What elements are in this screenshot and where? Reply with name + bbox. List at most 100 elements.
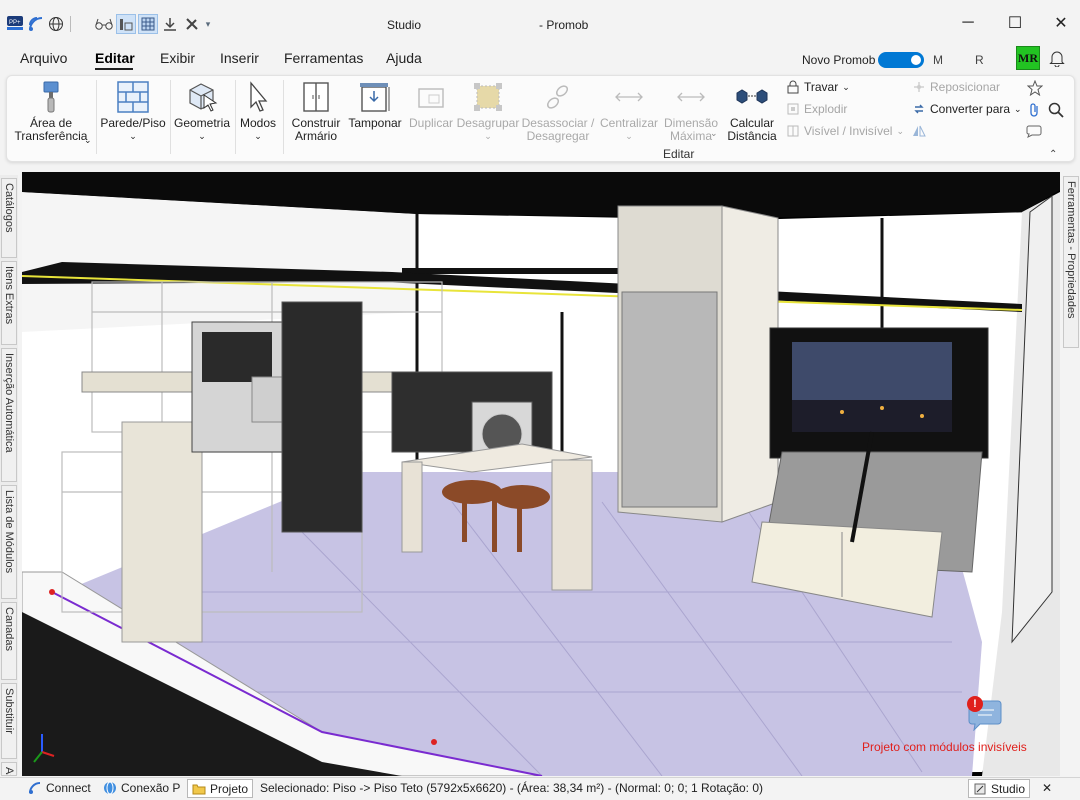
tools-icon[interactable] bbox=[182, 14, 202, 34]
visible-invisible-label: Visível / Invisível bbox=[804, 124, 893, 138]
cap-panel-icon bbox=[358, 80, 392, 114]
max-dimension-icon bbox=[674, 80, 708, 114]
menu-editar[interactable]: Editar bbox=[95, 50, 135, 66]
wall-floor-button[interactable]: Parede/Piso ⌄ bbox=[100, 80, 166, 143]
comment-icon[interactable] bbox=[1026, 124, 1042, 138]
promob-logo: PP+ bbox=[6, 14, 24, 32]
menu-arquivo[interactable]: Arquivo bbox=[20, 50, 67, 66]
mirror-icon[interactable] bbox=[912, 124, 926, 138]
wardrobe-icon bbox=[299, 80, 333, 114]
room-scene bbox=[22, 172, 1060, 776]
chevron-down-icon: ⌄ bbox=[254, 131, 262, 141]
tab-itens-extras-label: Itens Extras bbox=[3, 266, 15, 325]
duplicate-button[interactable]: Duplicar bbox=[406, 80, 456, 130]
tab-substituir[interactable]: Substituir bbox=[1, 683, 17, 759]
svg-text:PP+: PP+ bbox=[9, 20, 21, 26]
center-button[interactable]: Centralizar ⌄ bbox=[598, 80, 660, 143]
paintbrush-icon bbox=[34, 80, 68, 114]
maximize-button[interactable]: ☐ bbox=[992, 8, 1038, 38]
studio-tab[interactable]: Studio bbox=[968, 779, 1031, 798]
chevron-down-icon: ⌄ bbox=[198, 131, 206, 141]
tab-canadas-label: Canadas bbox=[3, 607, 15, 652]
tab-canadas[interactable]: Canadas bbox=[1, 602, 17, 680]
studio-label: Studio bbox=[991, 781, 1026, 796]
ungroup-button[interactable]: Desagrupar ⌄ bbox=[456, 80, 520, 143]
collapse-ribbon-icon[interactable]: ⌃ bbox=[1049, 149, 1057, 160]
globe-icon[interactable] bbox=[46, 14, 66, 34]
r-label[interactable]: R bbox=[975, 53, 984, 67]
favorite-star-icon[interactable] bbox=[1026, 79, 1044, 97]
center-arrows-icon bbox=[612, 80, 646, 114]
conexao-label: Conexão P bbox=[121, 781, 181, 795]
selection-info: Selecionado: Piso -> Piso Teto (5792x5x6… bbox=[260, 781, 764, 795]
build-cabinet-button[interactable]: Construir Armário bbox=[288, 80, 344, 143]
convert-icon bbox=[914, 104, 924, 114]
brick-wall-icon bbox=[116, 80, 150, 114]
menu-ferramentas[interactable]: Ferramentas bbox=[284, 50, 363, 66]
conexao-status[interactable]: Conexão P bbox=[103, 781, 180, 795]
calc-distance-label: Calcular Distância bbox=[727, 116, 777, 143]
novo-promob-toggle[interactable] bbox=[878, 52, 924, 68]
cube-cursor-icon bbox=[185, 80, 219, 114]
wall-view-icon[interactable] bbox=[116, 14, 136, 34]
novo-promob-label: Novo Promob bbox=[802, 53, 876, 67]
alert-badge: ! bbox=[967, 696, 983, 712]
chevron-down-icon[interactable]: ⌄ bbox=[84, 135, 92, 146]
dissociate-button[interactable]: Desassociar / Desagregar bbox=[520, 80, 596, 143]
cap-label: Tamponar bbox=[348, 116, 402, 130]
ungroup-icon bbox=[471, 80, 505, 114]
connect-status[interactable]: Connect bbox=[28, 781, 91, 795]
close-button[interactable]: ✕ bbox=[1038, 8, 1080, 38]
3d-viewport[interactable] bbox=[22, 172, 1060, 776]
projeto-tab[interactable]: Projeto bbox=[187, 779, 254, 798]
notification-bell-icon[interactable] bbox=[1048, 49, 1066, 68]
reposition-button[interactable]: Reposicionar bbox=[912, 80, 1000, 94]
reposition-label: Reposicionar bbox=[930, 80, 1001, 94]
attachment-icon[interactable] bbox=[1028, 102, 1042, 118]
customize-toolbar-icon[interactable]: ▾ bbox=[202, 14, 214, 34]
user-avatar[interactable]: MR bbox=[1016, 46, 1040, 70]
duplicate-label: Duplicar bbox=[408, 116, 453, 130]
menu-inserir[interactable]: Inserir bbox=[220, 50, 259, 66]
transfer-area-button[interactable]: Área de Transferência bbox=[10, 80, 92, 143]
broken-link-icon bbox=[541, 80, 575, 114]
cap-button[interactable]: Tamponar bbox=[346, 80, 404, 130]
calc-distance-button[interactable]: Calcular Distância bbox=[724, 80, 780, 143]
lock-button[interactable]: Travar ⌄ bbox=[786, 80, 850, 94]
tab-lista-modulos[interactable]: Lista de Módulos bbox=[1, 485, 17, 599]
m-label[interactable]: M bbox=[933, 53, 943, 67]
tab-as-label: As bbox=[3, 767, 15, 776]
convert-to-label: Converter para bbox=[930, 102, 1011, 116]
tab-catalogos[interactable]: Catálogos bbox=[1, 178, 17, 258]
minimize-button[interactable]: ─ bbox=[945, 8, 991, 38]
menu-exibir[interactable]: Exibir bbox=[160, 50, 195, 66]
convert-to-button[interactable]: Converter para ⌄ bbox=[912, 102, 1022, 116]
tab-substituir-label: Substituir bbox=[3, 688, 15, 734]
explode-button[interactable]: Explodir bbox=[786, 102, 847, 116]
close-studio-button[interactable]: ✕ bbox=[1042, 781, 1052, 795]
menu-ajuda[interactable]: Ajuda bbox=[386, 50, 422, 66]
app-title: - Promob bbox=[539, 18, 589, 32]
center-label: Centralizar bbox=[599, 116, 659, 130]
tab-insercao-automatica[interactable]: Inserção Automática bbox=[1, 348, 17, 482]
grid-view-icon[interactable] bbox=[138, 14, 158, 34]
geometry-button[interactable]: Geometria ⌄ bbox=[172, 80, 232, 143]
chevron-down-icon: ⌄ bbox=[625, 131, 633, 141]
glasses-icon[interactable] bbox=[94, 14, 114, 34]
explode-icon bbox=[787, 103, 799, 115]
cursor-arrow-icon bbox=[241, 80, 275, 114]
tab-itens-extras[interactable]: Itens Extras bbox=[1, 261, 17, 345]
title-bar: PP+ ▾ Studio - Promob ─ ☐ ✕ bbox=[0, 0, 1080, 48]
tab-as[interactable]: As bbox=[1, 762, 17, 776]
explode-label: Explodir bbox=[804, 102, 848, 116]
duplicate-icon bbox=[414, 80, 448, 114]
search-icon[interactable] bbox=[1048, 102, 1064, 118]
download-icon[interactable] bbox=[160, 14, 180, 34]
visibility-icon bbox=[787, 125, 799, 137]
tab-ferramentas-propriedades[interactable]: Ferramentas - Propriedades bbox=[1063, 176, 1079, 348]
modes-button[interactable]: Modos ⌄ bbox=[236, 80, 280, 143]
chevron-down-icon[interactable]: ⌄ bbox=[710, 128, 718, 139]
visible-invisible-button[interactable]: Visível / Invisível ⌄ bbox=[786, 124, 904, 138]
connect-icon[interactable] bbox=[26, 14, 46, 34]
projeto-label: Projeto bbox=[210, 781, 249, 796]
